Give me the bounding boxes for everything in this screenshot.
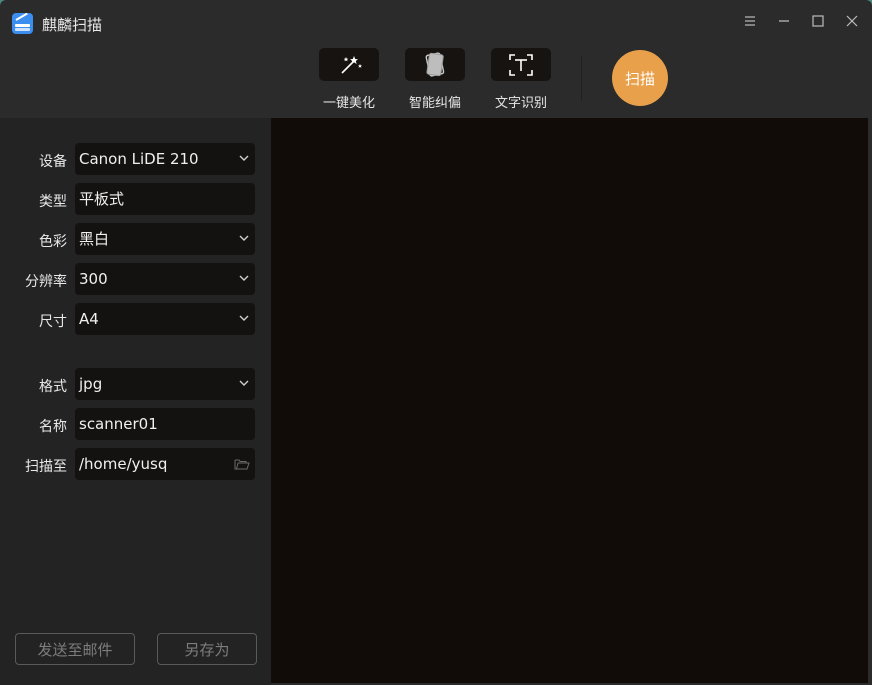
name-label: 名称 [39, 419, 67, 435]
size-select[interactable]: A4 [75, 303, 255, 335]
save-to-label: 扫描至 [25, 459, 67, 475]
size-row: 尺寸 A4 [0, 303, 271, 335]
title-bar: 麒麟扫描 [0, 0, 872, 44]
device-value: Canon LiDE 210 [79, 150, 199, 168]
save-to-input[interactable]: /home/yusq [75, 448, 255, 480]
save-to-row: 扫描至 /home/yusq [0, 448, 271, 480]
format-value: jpg [79, 375, 103, 393]
beautify-label: 一键美化 [322, 96, 375, 111]
format-row: 格式 jpg [0, 368, 271, 400]
scanner-app-icon [12, 13, 33, 34]
magic-wand-icon [341, 55, 362, 74]
resolution-value: 300 [79, 270, 108, 288]
app-window: 麒麟扫描 一键美化 智能纠偏 文字识别 扫描 设备 Canon LiDE 210… [0, 0, 872, 685]
color-label: 色彩 [39, 234, 67, 250]
rectify-button[interactable] [405, 48, 465, 81]
name-row: 名称 scanner01 [0, 408, 271, 440]
chevron-down-icon [239, 315, 249, 321]
type-row: 类型 平板式 [0, 183, 271, 215]
minimize-icon[interactable] [775, 12, 793, 30]
scan-preview-area [271, 118, 868, 683]
menu-icon[interactable] [741, 12, 759, 30]
toolbar-divider [581, 56, 582, 100]
size-label: 尺寸 [39, 314, 67, 330]
beautify-tool[interactable]: 一键美化 [319, 48, 379, 111]
maximize-icon[interactable] [809, 12, 827, 30]
chevron-down-icon [239, 235, 249, 241]
ocr-label: 文字识别 [494, 96, 547, 111]
save-as-button[interactable]: 另存为 [157, 633, 257, 665]
type-label: 类型 [39, 194, 67, 210]
rotate-cards-icon [425, 51, 445, 77]
format-select[interactable]: jpg [75, 368, 255, 400]
app-title: 麒麟扫描 [42, 16, 103, 34]
settings-panel: 设备 Canon LiDE 210 类型 平板式 色彩 黑白 分辨率 300 尺… [0, 118, 271, 685]
send-mail-button[interactable]: 发送至邮件 [15, 633, 135, 665]
folder-icon[interactable] [234, 458, 250, 470]
name-input[interactable]: scanner01 [75, 408, 255, 440]
chevron-down-icon [239, 380, 249, 386]
size-value: A4 [79, 310, 99, 328]
ocr-button[interactable] [491, 48, 551, 81]
text-recognition-icon [509, 53, 533, 76]
resolution-label: 分辨率 [25, 274, 67, 290]
scan-button[interactable]: 扫描 [612, 50, 668, 106]
rectify-label: 智能纠偏 [408, 96, 461, 111]
save-to-value: /home/yusq [79, 455, 168, 473]
device-label: 设备 [39, 154, 67, 170]
beautify-button[interactable] [319, 48, 379, 81]
device-row: 设备 Canon LiDE 210 [0, 143, 271, 175]
format-label: 格式 [39, 379, 67, 395]
type-field: 平板式 [75, 183, 255, 215]
chevron-down-icon [239, 155, 249, 161]
close-icon[interactable] [843, 12, 861, 30]
device-select[interactable]: Canon LiDE 210 [75, 143, 255, 175]
resolution-select[interactable]: 300 [75, 263, 255, 295]
chevron-down-icon [239, 275, 249, 281]
ocr-tool[interactable]: 文字识别 [491, 48, 551, 111]
color-select[interactable]: 黑白 [75, 223, 255, 255]
rectify-tool[interactable]: 智能纠偏 [405, 48, 465, 111]
resolution-row: 分辨率 300 [0, 263, 271, 295]
name-value: scanner01 [79, 415, 158, 433]
color-row: 色彩 黑白 [0, 223, 271, 255]
type-value: 平板式 [79, 190, 125, 208]
color-value: 黑白 [79, 230, 110, 248]
